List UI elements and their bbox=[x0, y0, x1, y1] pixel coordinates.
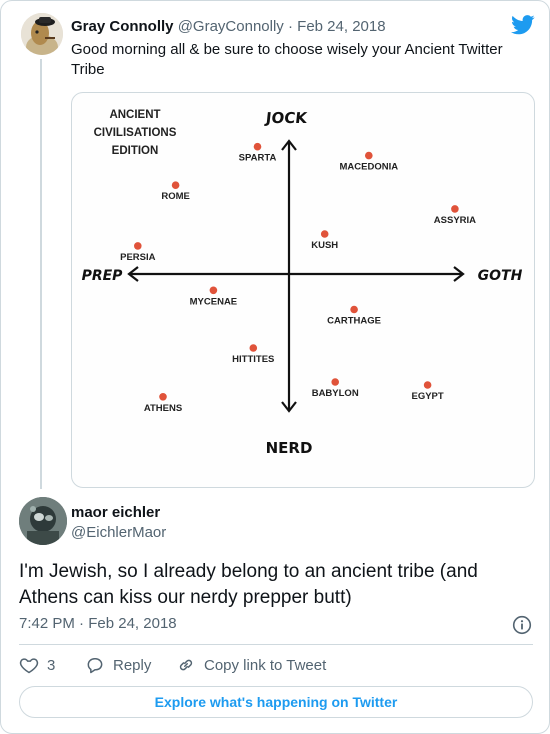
chart-point-mycenae bbox=[209, 286, 218, 295]
chart-point-rome bbox=[171, 181, 180, 189]
chart-point-sparta bbox=[253, 142, 262, 151]
tweet1-date[interactable]: Feb 24, 2018 bbox=[297, 18, 385, 35]
like-count: 3 bbox=[47, 656, 56, 674]
heart-icon bbox=[19, 658, 39, 674]
chart-point-label: PERSIA bbox=[120, 252, 156, 263]
chart-point-label: CARTHAGE bbox=[327, 316, 381, 327]
axis-label-bottom: NERD bbox=[266, 439, 313, 457]
link-icon bbox=[179, 659, 193, 671]
like-button[interactable]: 3 bbox=[19, 655, 55, 675]
tribe-chart: ANCIENT CIVILISATIONS EDITION JOCK NERD PR… bbox=[82, 109, 523, 457]
tweet2-separator: · bbox=[79, 615, 85, 632]
chart-point-assyria bbox=[451, 205, 459, 213]
axis-label-top: JOCK bbox=[264, 109, 309, 127]
chart-point-athens bbox=[159, 393, 167, 401]
tweet2-timestamp[interactable]: 7:42 PM · Feb 24, 2018 bbox=[19, 615, 177, 632]
chart-point-label: KUSH bbox=[311, 240, 338, 251]
tweet1-separator: · bbox=[287, 18, 293, 35]
chart-title-line: CIVILISATIONS bbox=[94, 127, 177, 139]
explore-twitter-button[interactable]: Explore what's happening on Twitter bbox=[19, 686, 533, 718]
chart-point-macedonia bbox=[365, 151, 373, 160]
chart-point-babylon bbox=[331, 378, 340, 386]
axis-label-right: GOTH bbox=[478, 268, 523, 284]
copy-link-label: Copy link to Tweet bbox=[204, 656, 327, 674]
maor-eichler-avatar[interactable] bbox=[19, 497, 67, 545]
tweet1-header: Gray Connolly @GrayConnolly · Feb 24, 20… bbox=[71, 18, 386, 35]
chart-point-label: SPARTA bbox=[239, 153, 277, 164]
chart-point-label: BABYLON bbox=[312, 388, 359, 399]
tweet1-media-chart[interactable]: ANCIENT CIVILISATIONS EDITION JOCK NERD PR… bbox=[71, 92, 535, 488]
actions-divider bbox=[19, 644, 533, 645]
tweet2-handle[interactable]: @EichlerMaor bbox=[71, 524, 166, 541]
tweet1-author-name[interactable]: Gray Connolly bbox=[71, 18, 174, 35]
twitter-bird-icon[interactable] bbox=[511, 15, 535, 35]
copy-link-button[interactable]: Copy link to Tweet bbox=[176, 655, 326, 675]
chart-point-egypt bbox=[423, 381, 432, 389]
tweet2-author-name[interactable]: maor eichler bbox=[71, 504, 160, 521]
gray-connolly-avatar[interactable] bbox=[21, 13, 63, 55]
info-icon[interactable] bbox=[512, 615, 532, 635]
axis-label-left: PREP bbox=[82, 268, 124, 284]
thread-line bbox=[40, 59, 42, 489]
tweet2-time: 7:42 PM bbox=[19, 615, 75, 632]
chart-point-label: EGYPT bbox=[411, 391, 443, 402]
chart-point-label: ROME bbox=[161, 191, 190, 202]
tweet2-date: Feb 24, 2018 bbox=[88, 615, 177, 632]
embedded-tweet-card: Gray Connolly @GrayConnolly · Feb 24, 20… bbox=[0, 0, 550, 734]
chart-point-label: ASSYRIA bbox=[434, 215, 476, 226]
chart-points: SPARTA MACEDONIA ROME ASSYRIA KUSH PERSIA MYCE… bbox=[120, 142, 476, 414]
chart-point-label: ATHENS bbox=[144, 403, 182, 414]
chart-point-label: MACEDONIA bbox=[340, 162, 399, 173]
chart-title: ANCIENT CIVILISATIONS EDITION bbox=[94, 109, 177, 157]
chart-point-label: HITTITES bbox=[232, 354, 274, 365]
tweet1-text: Good morning all & be sure to choose wis… bbox=[71, 41, 503, 78]
tweet1-handle[interactable]: @GrayConnolly bbox=[178, 18, 284, 35]
chart-point-kush bbox=[320, 230, 329, 238]
chart-point-label: MYCENAE bbox=[190, 296, 238, 307]
reply-label: Reply bbox=[113, 656, 152, 674]
chart-title-line: ANCIENT bbox=[109, 109, 160, 121]
chart-axes bbox=[127, 139, 465, 413]
chart-point-persia bbox=[134, 242, 142, 250]
chart-point-hittites bbox=[249, 344, 258, 352]
chart-point-carthage bbox=[350, 305, 358, 314]
tweet2-text: I'm Jewish, so I already belong to an an… bbox=[19, 561, 478, 608]
reply-button[interactable]: Reply bbox=[85, 655, 151, 675]
chart-title-line: EDITION bbox=[112, 145, 159, 157]
reply-bubble-icon bbox=[87, 658, 103, 674]
